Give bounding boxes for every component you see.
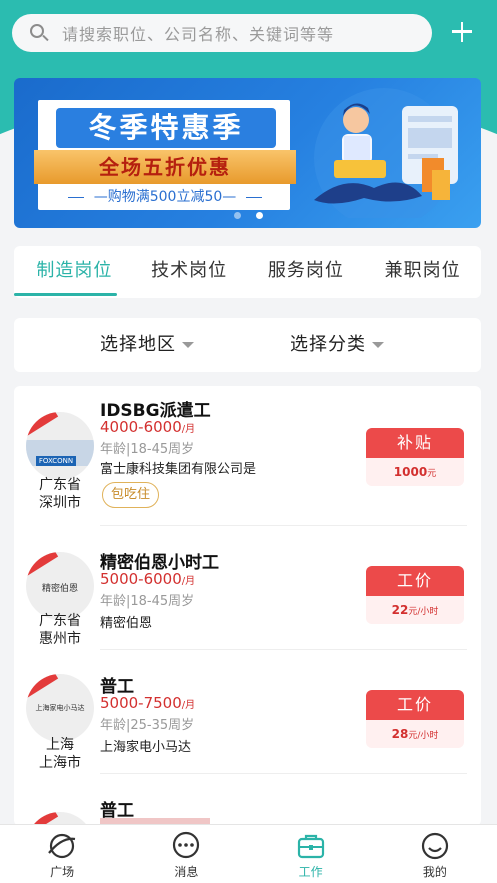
banner-title: 冬季特惠季 [56,108,276,148]
caret-down-icon [182,342,194,348]
job-company: 富士康科技集团有限公司是 [100,462,257,477]
carousel-dot[interactable] [234,212,241,219]
job-location: 广东省 深圳市 [39,477,81,511]
category-filter[interactable]: 选择分类 [290,318,384,372]
job-company: 上海家电小马达 [100,740,192,755]
hot-badge [26,412,59,438]
banner-ribbon: 全场五折优惠 [34,150,296,184]
job-salary: 5000-6000/月 [100,570,196,588]
smiley-icon [421,832,448,860]
search-input[interactable]: 请搜索职位、公司名称、关键词等等 [62,21,334,45]
carousel-dot-active[interactable] [256,212,263,219]
job-item[interactable]: 精密伯恩 广东省 惠州市 精密伯恩小时工 5000-6000/月 年龄|18-45… [14,526,481,650]
filter-bar: 选择地区 选择分类 [14,318,481,372]
job-item[interactable]: 上海家电小马达 上海 上海市 普工 5000-7500/月 年龄|25-35周岁 … [14,650,481,774]
benefit-tag: 包吃住 [102,482,160,508]
category-tabs: 制造岗位 技术岗位 服务岗位 兼职岗位 [14,246,481,298]
hot-badge [26,552,59,578]
job-list: FOXCONN 广东省 深圳市 IDSBG派遣工 4000-6000/月 年龄|1… [14,386,481,826]
tab-technical[interactable]: 技术岗位 [131,246,248,298]
job-age: 年龄|18-45周岁 [100,594,195,609]
nav-me[interactable]: 我的 [373,825,497,883]
job-item[interactable]: FOXCONN 广东省 深圳市 IDSBG派遣工 4000-6000/月 年龄|1… [14,386,481,526]
company-logo: 精密伯恩 [26,552,94,620]
hot-badge [26,674,59,700]
search-bar[interactable]: 请搜索职位、公司名称、关键词等等 [12,14,432,52]
tab-manufacturing[interactable]: 制造岗位 [14,246,131,298]
pay-badge: 工价 22元/小时 [366,566,464,624]
job-age: 年龄|18-45周岁 [100,442,195,457]
job-item[interactable]: 普工 [14,774,481,826]
job-salary: 4000-6000/月 [100,418,196,436]
caret-down-icon [372,342,384,348]
job-company: 精密伯恩 [100,616,153,631]
company-logo: 上海家电小马达 [26,674,94,742]
pay-badge: 补贴 1000元 [366,428,464,486]
chat-icon [173,831,200,859]
foxconn-logo: FOXCONN [36,456,76,466]
banner-subtitle: —购物满500立减50— [58,186,272,208]
nav-work[interactable]: 工作 [249,825,373,883]
job-salary: 5000-7500/月 [100,694,196,712]
shopping-illustration [314,88,458,218]
search-icon [28,22,50,44]
promo-banner[interactable]: 冬季特惠季 全场五折优惠 —购物满500立减50— [14,78,481,228]
job-location: 广东省 惠州市 [39,613,81,647]
nav-messages[interactable]: 消息 [124,825,248,883]
job-age: 年龄|25-35周岁 [100,718,195,733]
bottom-nav: 广场 消息 工作 我的 [0,824,497,883]
tab-parttime[interactable]: 兼职岗位 [364,246,481,298]
add-icon[interactable] [446,16,478,48]
planet-icon [48,833,76,859]
pay-badge: 工价 28元/小时 [366,690,464,748]
region-filter[interactable]: 选择地区 [100,318,194,372]
nav-plaza[interactable]: 广场 [0,825,124,883]
job-location: 上海 上海市 [39,737,81,771]
company-logo: FOXCONN [26,412,94,480]
briefcase-icon [297,834,324,859]
tab-service[interactable]: 服务岗位 [248,246,365,298]
